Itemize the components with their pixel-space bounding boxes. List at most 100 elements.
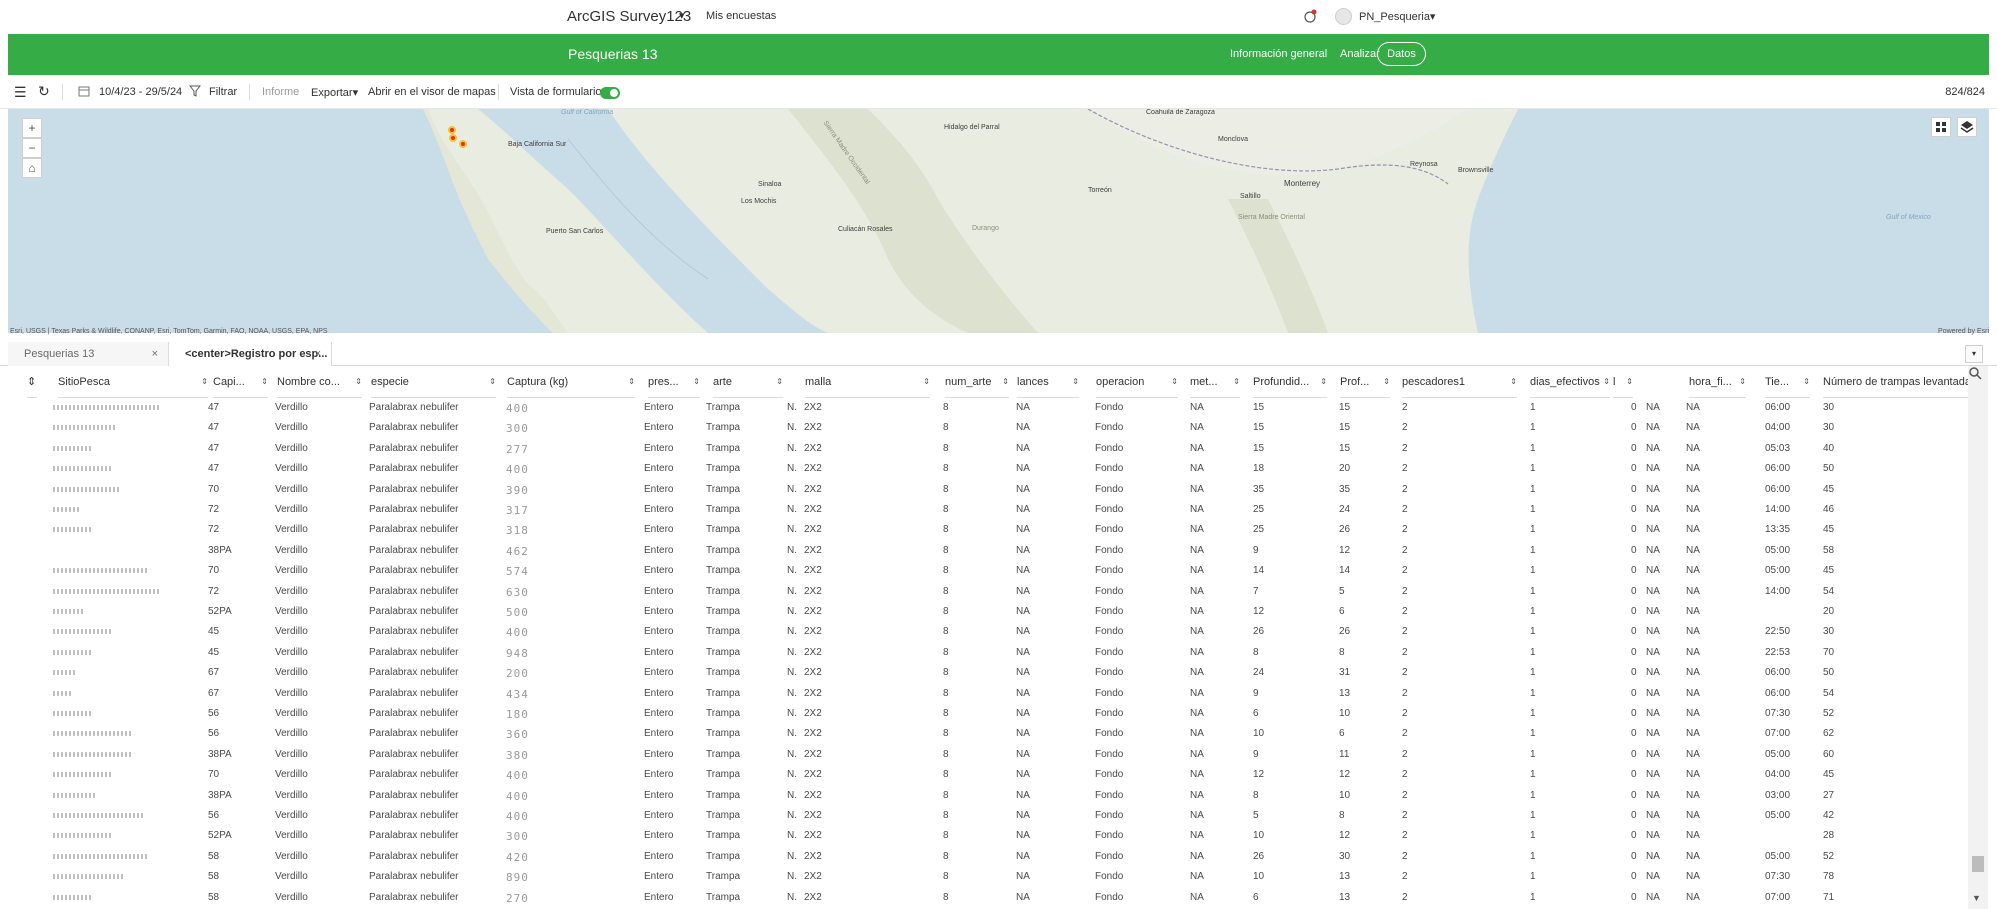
column-header[interactable]: pescadores1 ⇕	[1402, 366, 1517, 398]
table-row[interactable]: 360 56 Verdillo Paralabrax nebulifer Entero T…	[8, 724, 1968, 744]
sort-icon[interactable]: ⇕	[1383, 366, 1390, 397]
sort-icon[interactable]: ⇕	[1803, 366, 1810, 397]
table-row[interactable]: 400 47 Verdillo Paralabrax nebulifer Entero T…	[8, 398, 1968, 418]
sort-icon[interactable]: ⇕	[1171, 366, 1178, 397]
sort-icon[interactable]: ⇕	[1002, 366, 1009, 397]
zoom-to-icon[interactable]	[1968, 366, 1982, 380]
sort-icon[interactable]: ⇕	[1626, 366, 1633, 397]
avatar[interactable]	[1335, 8, 1352, 25]
table-row[interactable]: 400 38PA Verdillo Paralabrax nebulifer Enter…	[8, 786, 1968, 806]
table-row[interactable]: 277 47 Verdillo Paralabrax nebulifer Entero T…	[8, 439, 1968, 459]
sort-icon[interactable]: ⇕	[693, 366, 700, 397]
table-row[interactable]: 400 56 Verdillo Paralabrax nebulifer Entero T…	[8, 806, 1968, 826]
calendar-icon[interactable]	[78, 85, 90, 97]
map-point[interactable]	[448, 126, 456, 134]
sort-icon[interactable]: ⇕	[201, 366, 208, 397]
form-view-toggle[interactable]	[600, 87, 620, 99]
column-header[interactable]: met... ⇕	[1190, 366, 1240, 398]
tab-registro[interactable]: <center>Registro por esp... ×	[168, 342, 332, 366]
sort-icon[interactable]: ⇕	[923, 366, 930, 397]
column-header[interactable]: num_arte ⇕	[945, 366, 1009, 398]
column-header[interactable]: Tie... ⇕	[1765, 366, 1810, 398]
column-header[interactable]: Profundid... ⇕	[1253, 366, 1327, 398]
column-header[interactable]: Prof... ⇕	[1340, 366, 1390, 398]
table-row[interactable]: 300 52PA Verdillo Paralabrax nebulifer Enter…	[8, 826, 1968, 846]
sort-icon[interactable]: ⇕	[261, 366, 268, 397]
table-row[interactable]: 420 58 Verdillo Paralabrax nebulifer Entero T…	[8, 847, 1968, 867]
table-row[interactable]: 317 72 Verdillo Paralabrax nebulifer Entero T…	[8, 500, 1968, 520]
notification-icon[interactable]	[1303, 9, 1317, 23]
table-row[interactable]: 462 38PA Verdillo Paralabrax nebulifer Enter…	[8, 541, 1968, 561]
table-row[interactable]: 400 47 Verdillo Paralabrax nebulifer Entero T…	[8, 459, 1968, 479]
sort-icon[interactable]: ⇕	[1233, 366, 1240, 397]
table-row[interactable]: 180 56 Verdillo Paralabrax nebulifer Entero T…	[8, 704, 1968, 724]
export-button[interactable]: Exportar▾	[311, 86, 358, 99]
scroll-down-icon[interactable]: ▼	[1972, 893, 1981, 903]
table-row[interactable]: 300 47 Verdillo Paralabrax nebulifer Entero T…	[8, 418, 1968, 438]
column-header[interactable]: malla ⇕	[805, 366, 930, 398]
table-row[interactable]: 890 58 Verdillo Paralabrax nebulifer Entero T…	[8, 867, 1968, 887]
table-row[interactable]: 200 67 Verdillo Paralabrax nebulifer Entero T…	[8, 663, 1968, 683]
map-view[interactable]: Gulf of California Baja California Sur H…	[8, 109, 1989, 333]
column-header[interactable]: hora_fi... ⇕	[1689, 366, 1746, 398]
sort-icon[interactable]: ⇕	[1510, 366, 1517, 397]
layers-button[interactable]	[1957, 117, 1977, 137]
home-button[interactable]: ⌂	[22, 158, 42, 178]
column-header[interactable]: pres... ⇕	[648, 366, 700, 398]
chevron-down-icon[interactable]: ▾	[679, 9, 685, 22]
my-surveys-link[interactable]: Mis encuestas	[706, 10, 776, 22]
sort-icon[interactable]: ⇕	[628, 366, 635, 397]
column-header[interactable]: Capi... ⇕	[213, 366, 268, 398]
sort-icon[interactable]: ⇕	[355, 366, 362, 397]
map-point[interactable]	[449, 134, 457, 142]
tab-pesquerias[interactable]: Pesquerias 13 ×	[8, 342, 168, 366]
close-icon[interactable]: ×	[152, 342, 158, 366]
nav-analyze[interactable]: Analizar	[1340, 48, 1380, 60]
sort-icon[interactable]: ⇕	[27, 366, 37, 398]
app-title[interactable]: ArcGIS Survey123	[567, 8, 691, 25]
sort-icon[interactable]: ⇕	[1320, 366, 1327, 397]
table-row[interactable]: 574 70 Verdillo Paralabrax nebulifer Entero T…	[8, 561, 1968, 581]
open-map-viewer-button[interactable]: Abrir en el visor de mapas	[368, 86, 496, 98]
table-row[interactable]: 630 72 Verdillo Paralabrax nebulifer Entero T…	[8, 582, 1968, 602]
sort-icon[interactable]: ⇕	[489, 366, 496, 397]
sort-icon[interactable]: ⇕	[1739, 366, 1746, 397]
column-header[interactable]: SitioPesca ⇕	[58, 366, 208, 398]
column-header[interactable]: l ⇕	[1613, 366, 1633, 398]
nav-overview[interactable]: Información general	[1230, 48, 1327, 60]
date-range[interactable]: 10/4/23 - 29/5/24	[99, 86, 182, 98]
column-header[interactable]: arte ⇕	[713, 366, 783, 398]
column-header[interactable]: dias_efectivos ⇕	[1530, 366, 1610, 398]
close-icon[interactable]: ×	[315, 342, 321, 366]
table-scrollbar[interactable]: ▼	[1968, 366, 1988, 909]
table-row[interactable]: 434 67 Verdillo Paralabrax nebulifer Entero T…	[8, 684, 1968, 704]
user-menu[interactable]: PN_Pesqueria▾	[1359, 10, 1435, 23]
table-row[interactable]: 400 45 Verdillo Paralabrax nebulifer Entero T…	[8, 622, 1968, 642]
table-row[interactable]: 948 45 Verdillo Paralabrax nebulifer Entero T…	[8, 643, 1968, 663]
nav-data[interactable]: Datos	[1377, 42, 1426, 66]
table-row[interactable]: 380 38PA Verdillo Paralabrax nebulifer Enter…	[8, 745, 1968, 765]
column-header[interactable]: especie ⇕	[371, 366, 496, 398]
basemap-gallery-button[interactable]	[1931, 117, 1951, 137]
filter-button[interactable]: Filtrar	[209, 86, 237, 98]
chevron-down-icon[interactable]: ▾	[1965, 345, 1983, 363]
column-header[interactable]: Nombre co... ⇕	[277, 366, 362, 398]
refresh-icon[interactable]: ↻	[38, 83, 50, 100]
table-row[interactable]: 270 58 Verdillo Paralabrax nebulifer Entero T…	[8, 888, 1968, 908]
column-header[interactable]: lances ⇕	[1017, 366, 1079, 398]
sort-icon[interactable]: ⇕	[1603, 366, 1610, 397]
table-row[interactable]: 400 70 Verdillo Paralabrax nebulifer Entero T…	[8, 765, 1968, 785]
table-row[interactable]: 500 52PA Verdillo Paralabrax nebulifer Enter…	[8, 602, 1968, 622]
column-header[interactable]: Número de trampas levantadas...	[1823, 366, 1968, 398]
scrollbar-thumb[interactable]	[1972, 856, 1984, 872]
sort-icon[interactable]: ⇕	[1072, 366, 1079, 397]
zoom-out-button[interactable]: −	[22, 138, 42, 158]
column-header[interactable]: Captura (kg) ⇕	[507, 366, 635, 398]
table-row[interactable]: 318 72 Verdillo Paralabrax nebulifer Entero T…	[8, 520, 1968, 540]
report-button[interactable]: Informe	[262, 86, 299, 98]
filter-icon[interactable]	[189, 85, 201, 97]
sort-icon[interactable]: ⇕	[776, 366, 783, 397]
menu-icon[interactable]: ☰	[14, 84, 27, 101]
zoom-in-button[interactable]: +	[22, 118, 42, 138]
table-row[interactable]: 390 70 Verdillo Paralabrax nebulifer Entero T…	[8, 480, 1968, 500]
